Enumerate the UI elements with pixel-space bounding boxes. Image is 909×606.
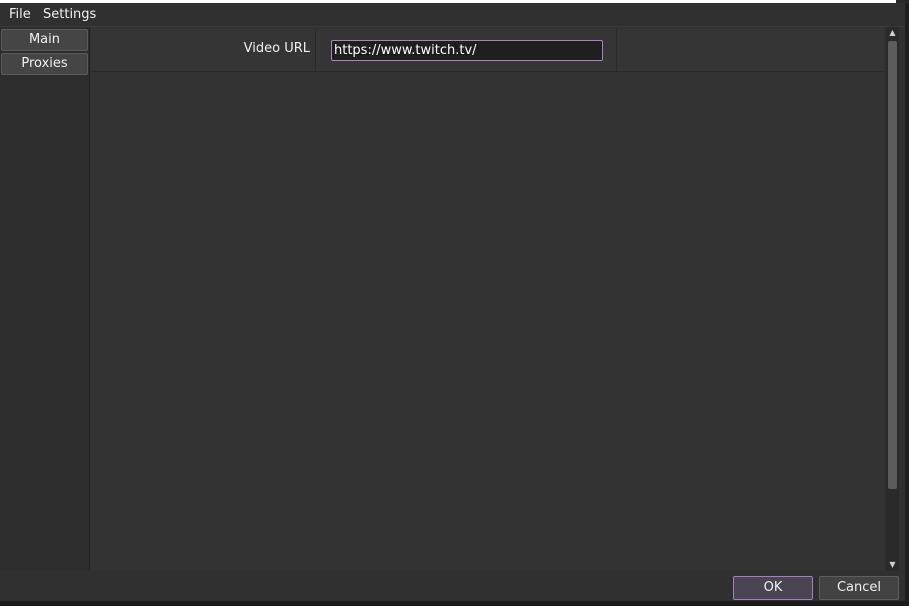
settings-panel: Video URL: [91, 27, 884, 571]
video-url-input-cell: [316, 29, 617, 71]
sidebar-item-proxies[interactable]: Proxies: [1, 53, 88, 75]
scroll-up-icon[interactable]: ▲: [886, 27, 899, 39]
video-url-input[interactable]: [331, 40, 603, 61]
scroll-down-icon[interactable]: ▼: [886, 559, 899, 571]
cancel-button[interactable]: Cancel: [819, 576, 899, 600]
main-window: File Settings Main Proxies Video URL ▲ ▼…: [0, 3, 909, 601]
scrollbar-thumb[interactable]: [888, 41, 897, 489]
sidebar-item-main[interactable]: Main: [1, 29, 88, 51]
dialog-button-bar: OK Cancel: [0, 571, 905, 601]
menu-settings[interactable]: Settings: [41, 5, 98, 24]
menu-bar: File Settings: [0, 3, 905, 27]
sidebar: Main Proxies: [0, 27, 90, 571]
video-url-label: Video URL: [243, 41, 310, 56]
vertical-scrollbar[interactable]: ▲ ▼: [886, 27, 899, 571]
ok-button[interactable]: OK: [733, 576, 813, 600]
video-url-label-cell: Video URL: [91, 29, 316, 71]
background-strip: [0, 601, 909, 606]
menu-file[interactable]: File: [7, 5, 33, 24]
video-url-row: Video URL: [91, 29, 884, 72]
